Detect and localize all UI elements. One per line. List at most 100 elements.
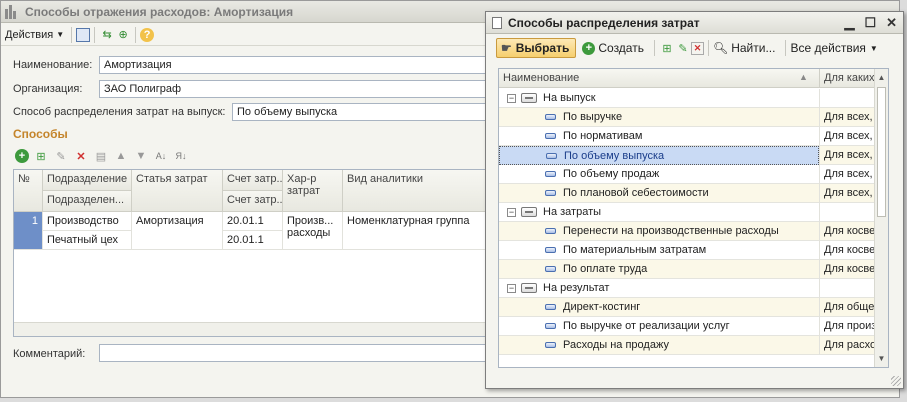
list-name-cell[interactable]: По объему продаж xyxy=(499,165,819,184)
move-up-icon[interactable]: ▲ xyxy=(113,148,129,164)
cell-subdivision[interactable]: Производство xyxy=(43,212,132,231)
list-name-cell[interactable]: По нормативам xyxy=(499,127,819,146)
col-header-account[interactable]: Счет затр... xyxy=(223,170,283,191)
scroll-up-arrow-icon[interactable]: ▲ xyxy=(875,71,888,84)
col-header-description[interactable]: Для каких xyxy=(819,69,876,88)
help-icon[interactable]: ? xyxy=(140,27,155,42)
list-item[interactable]: По материальным затратам Для косве xyxy=(499,241,876,260)
list-description-cell[interactable]: Для косве xyxy=(819,222,876,241)
maximize-icon[interactable]: ☐ xyxy=(864,15,876,31)
list-group-row[interactable]: − На затраты xyxy=(499,203,876,222)
toolbar-separator xyxy=(135,26,137,43)
list-name-cell[interactable]: − На выпуск xyxy=(499,89,819,108)
collapse-icon[interactable]: − xyxy=(507,94,516,103)
add-row-icon[interactable]: + xyxy=(15,149,29,163)
list-item[interactable]: Директ-костинг Для обще xyxy=(499,298,876,317)
delete-icon[interactable]: ✕ xyxy=(73,148,89,164)
sort-ascending-icon[interactable]: A↓ xyxy=(153,148,169,164)
list-name-cell[interactable]: По объему выпуска xyxy=(499,146,819,165)
distribution-method-label: Способ распределения затрат на выпуск: xyxy=(13,106,226,118)
list-item-label: На затраты xyxy=(543,206,602,218)
list-item[interactable]: По нормативам Для всех, xyxy=(499,127,876,146)
collapse-icon[interactable]: − xyxy=(507,284,516,293)
save-document-icon[interactable] xyxy=(76,27,91,42)
edit-pencil-icon[interactable]: ✎ xyxy=(53,148,69,164)
list-name-cell[interactable]: − На затраты xyxy=(499,203,819,222)
col-header-subdivision-2[interactable]: Подразделен... xyxy=(43,191,132,212)
list-item[interactable]: По объему выпуска Для всех, xyxy=(499,146,876,165)
list-name-cell[interactable]: − На результат xyxy=(499,279,819,298)
list-description-cell[interactable]: Для всех, xyxy=(819,108,876,127)
cell-account-2[interactable]: 20.01.1 xyxy=(223,231,283,250)
collapse-icon[interactable]: − xyxy=(507,208,516,217)
col-header-account-2[interactable]: Счет затр... xyxy=(223,191,283,212)
delete-mark-icon[interactable]: ✕ xyxy=(690,41,704,55)
list-description-cell[interactable]: Для всех, xyxy=(819,165,876,184)
list-name-cell[interactable]: По плановой себестоимости xyxy=(499,184,819,203)
list-item[interactable]: Перенести на производственные расходы Для… xyxy=(499,222,876,241)
list-item[interactable]: По оплате труда Для косве xyxy=(499,260,876,279)
list-description-cell[interactable]: Для косве xyxy=(819,241,876,260)
actions-label: Действия xyxy=(5,28,54,41)
find-button[interactable]: 🔍︎ Найти... xyxy=(713,41,775,55)
copy-document-icon[interactable]: ⊕ xyxy=(115,27,131,43)
refresh-icon[interactable]: ⇆ xyxy=(99,27,115,43)
list-description-cell[interactable]: Для обще xyxy=(819,298,876,317)
list-item-label: По нормативам xyxy=(563,130,643,142)
list-name-cell[interactable]: Расходы на продажу xyxy=(499,336,819,355)
move-down-icon[interactable]: ▼ xyxy=(133,148,149,164)
col-header-name[interactable]: Наименование ▲ xyxy=(499,69,819,88)
copy-icon[interactable]: ⊞ xyxy=(659,40,675,56)
copy-row-icon[interactable]: ⊞ xyxy=(33,148,49,164)
list-description-cell[interactable]: Для всех, xyxy=(819,146,876,165)
list-description-cell[interactable]: Для косве xyxy=(819,260,876,279)
col-header-cost-type[interactable]: Хар-р затрат xyxy=(283,170,343,212)
list-item-label: По плановой себестоимости xyxy=(563,187,709,199)
list-name-cell[interactable]: По выручке от реализации услуг xyxy=(499,317,819,336)
scroll-down-arrow-icon[interactable]: ▼ xyxy=(875,352,888,365)
cell-account[interactable]: 20.01.1 xyxy=(223,212,283,231)
all-actions-button[interactable]: Все действия ▼ xyxy=(790,41,877,55)
list-description-cell[interactable] xyxy=(819,279,876,298)
list-description-cell[interactable]: Для произ xyxy=(819,317,876,336)
sort-descending-icon[interactable]: Я↓ xyxy=(173,148,189,164)
list-item[interactable]: По объему продаж Для всех, xyxy=(499,165,876,184)
list-name-cell[interactable]: По оплате труда xyxy=(499,260,819,279)
list-vertical-scrollbar[interactable]: ▲ ▼ xyxy=(874,69,888,367)
list-name-cell[interactable]: По материальным затратам xyxy=(499,241,819,260)
select-button[interactable]: ☛ Выбрать xyxy=(496,38,577,58)
list-description-cell[interactable] xyxy=(819,203,876,222)
list-name-cell[interactable]: Директ-костинг xyxy=(499,298,819,317)
list-item-label: На выпуск xyxy=(543,92,596,104)
actions-menu-button[interactable]: Действия ▼ xyxy=(5,26,64,44)
cell-cost-type[interactable]: Произв... расходы xyxy=(283,212,343,250)
list-item[interactable]: По выручке от реализации услуг Для произ xyxy=(499,317,876,336)
list-description-cell[interactable] xyxy=(819,89,876,108)
list-item[interactable]: По плановой себестоимости Для всех, xyxy=(499,184,876,203)
cell-cost-item[interactable]: Амортизация xyxy=(132,212,223,250)
end-edit-icon[interactable]: ▤ xyxy=(93,148,109,164)
cell-subdivision-2[interactable]: Печатный цех xyxy=(43,231,132,250)
list-name-cell[interactable]: По выручке xyxy=(499,108,819,127)
close-icon[interactable]: ✕ xyxy=(886,15,897,31)
list-description-cell[interactable]: Для всех, xyxy=(819,184,876,203)
row-number[interactable]: 1 xyxy=(14,212,43,250)
col-header-subdivision[interactable]: Подразделение xyxy=(43,170,132,191)
col-header-cost-item[interactable]: Статья затрат xyxy=(132,170,223,212)
minimize-icon[interactable]: ▁ xyxy=(844,15,854,31)
list-item[interactable]: Расходы на продажу Для расхо xyxy=(499,336,876,355)
list-description-cell[interactable]: Для всех, xyxy=(819,127,876,146)
list-group-row[interactable]: − На результат xyxy=(499,279,876,298)
list-group-row[interactable]: − На выпуск xyxy=(499,89,876,108)
list-item[interactable]: По выручке Для всех, xyxy=(499,108,876,127)
list-description-cell[interactable]: Для расхо xyxy=(819,336,876,355)
distribution-methods-list: Наименование ▲ Для каких − На выпуск По вы… xyxy=(498,68,889,368)
edit-pencil-icon[interactable]: ✎ xyxy=(675,40,691,56)
col-header-num[interactable]: № xyxy=(14,170,43,212)
create-button[interactable]: + Создать xyxy=(582,41,644,55)
resize-grip-icon[interactable] xyxy=(891,376,901,386)
name-label: Наименование: xyxy=(13,59,93,71)
scroll-thumb[interactable] xyxy=(877,87,886,217)
list-name-cell[interactable]: Перенести на производственные расходы xyxy=(499,222,819,241)
select-hand-icon: ☛ xyxy=(501,41,512,55)
